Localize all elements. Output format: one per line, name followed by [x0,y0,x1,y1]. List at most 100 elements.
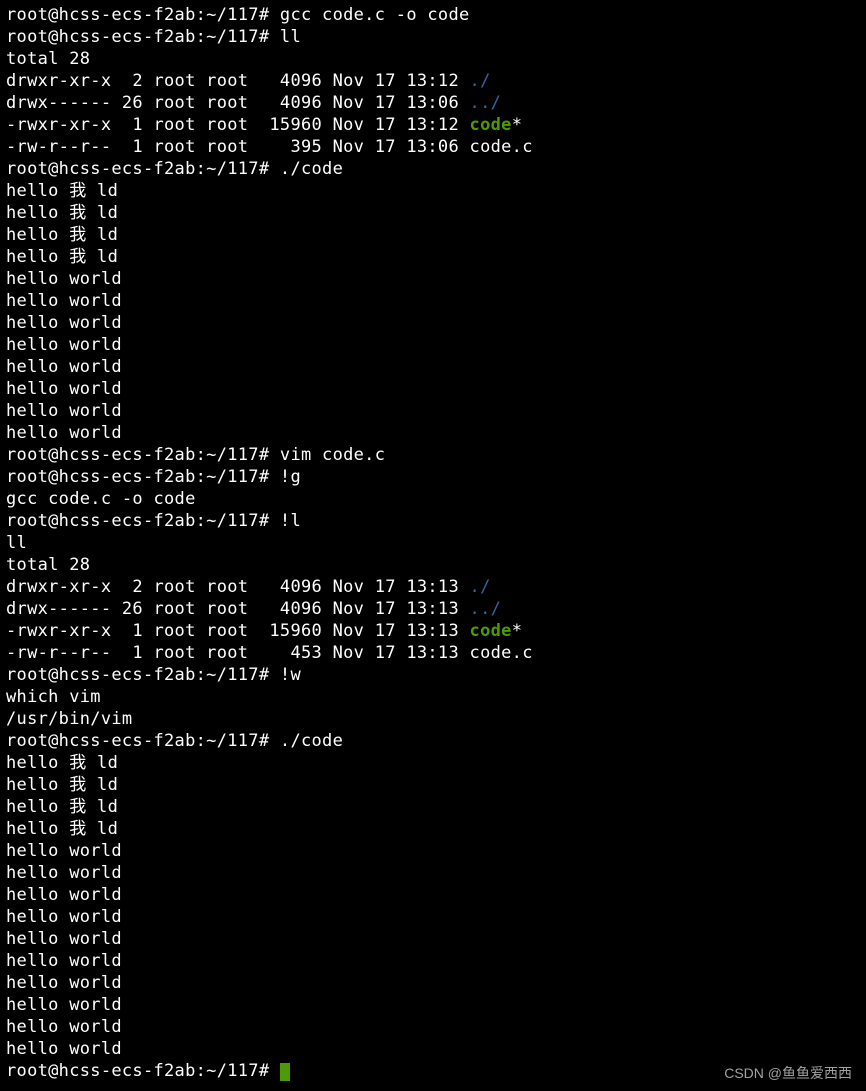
watermark-text: CSDN @鱼鱼爱西西 [724,1063,852,1083]
terminal-line: gcc code.c -o code [6,488,860,510]
terminal-line: hello world [6,884,860,906]
shell-command: ./code [280,159,343,179]
ls-filename: ../ [470,599,502,619]
output-text: hello world [6,1017,122,1037]
output-text: hello world [6,907,122,927]
terminal-line: root@hcss-ecs-f2ab:~/117# !l [6,510,860,532]
terminal-line: root@hcss-ecs-f2ab:~/117# ll [6,26,860,48]
terminal-line: hello 我 ld [6,796,860,818]
output-text: gcc code.c -o code [6,489,196,509]
ls-filename: ./ [470,577,491,597]
output-text: hello world [6,995,122,1015]
terminal-line: drwxr-xr-x 2 root root 4096 Nov 17 13:13… [6,576,860,598]
shell-command: !g [280,467,301,487]
shell-prompt: root@hcss-ecs-f2ab:~/117# [6,5,280,25]
terminal-line: hello world [6,972,860,994]
shell-command: ll [280,27,301,47]
output-text: hello world [6,951,122,971]
output-text: hello world [6,929,122,949]
terminal-line: ll [6,532,860,554]
ls-suffix: * [512,621,523,641]
output-text: hello 我 ld [6,225,118,245]
output-text: total 28 [6,555,90,575]
terminal-line: hello 我 ld [6,818,860,840]
terminal-line: hello world [6,356,860,378]
terminal-line: -rwxr-xr-x 1 root root 15960 Nov 17 13:1… [6,620,860,642]
terminal-line: -rw-r--r-- 1 root root 453 Nov 17 13:13 … [6,642,860,664]
terminal-output[interactable]: root@hcss-ecs-f2ab:~/117# gcc code.c -o … [0,0,866,1086]
terminal-line: root@hcss-ecs-f2ab:~/117# gcc code.c -o … [6,4,860,26]
terminal-line: total 28 [6,48,860,70]
terminal-line: hello world [6,334,860,356]
ls-suffix: * [512,115,523,135]
output-text: hello world [6,269,122,289]
terminal-line: hello world [6,400,860,422]
shell-prompt: root@hcss-ecs-f2ab:~/117# [6,665,280,685]
output-text: hello world [6,841,122,861]
ls-meta: -rw-r--r-- 1 root root 395 Nov 17 13:06 [6,137,470,157]
output-text: hello 我 ld [6,819,118,839]
ls-meta: drwx------ 26 root root 4096 Nov 17 13:1… [6,599,470,619]
shell-command: ./code [280,731,343,751]
ls-filename: code.c [470,643,533,663]
terminal-line: -rw-r--r-- 1 root root 395 Nov 17 13:06 … [6,136,860,158]
output-text: hello world [6,379,122,399]
output-text: hello 我 ld [6,181,118,201]
terminal-line: hello world [6,840,860,862]
shell-command: vim code.c [280,445,385,465]
output-text: hello world [6,401,122,421]
terminal-line: hello world [6,1016,860,1038]
output-text: hello world [6,1039,122,1059]
ls-meta: drwxr-xr-x 2 root root 4096 Nov 17 13:12 [6,71,470,91]
ls-meta: -rwxr-xr-x 1 root root 15960 Nov 17 13:1… [6,621,470,641]
output-text: hello world [6,885,122,905]
ls-meta: drwxr-xr-x 2 root root 4096 Nov 17 13:13 [6,577,470,597]
output-text: hello world [6,313,122,333]
terminal-line: hello world [6,312,860,334]
output-text: hello world [6,863,122,883]
shell-prompt: root@hcss-ecs-f2ab:~/117# [6,731,280,751]
terminal-line: hello world [6,290,860,312]
output-text: hello world [6,973,122,993]
terminal-line: drwx------ 26 root root 4096 Nov 17 13:0… [6,92,860,114]
terminal-line: root@hcss-ecs-f2ab:~/117# vim code.c [6,444,860,466]
terminal-line: hello 我 ld [6,246,860,268]
output-text: hello 我 ld [6,753,118,773]
shell-prompt: root@hcss-ecs-f2ab:~/117# [6,445,280,465]
output-text: /usr/bin/vim [6,709,132,729]
output-text: hello world [6,291,122,311]
terminal-line: drwx------ 26 root root 4096 Nov 17 13:1… [6,598,860,620]
shell-command: !l [280,511,301,531]
terminal-line: which vim [6,686,860,708]
terminal-line: /usr/bin/vim [6,708,860,730]
terminal-line: hello world [6,862,860,884]
terminal-line: hello world [6,950,860,972]
terminal-line: hello world [6,928,860,950]
shell-prompt: root@hcss-ecs-f2ab:~/117# [6,159,280,179]
terminal-line: root@hcss-ecs-f2ab:~/117# !g [6,466,860,488]
cursor-icon [280,1063,290,1081]
terminal-line: root@hcss-ecs-f2ab:~/117# ./code [6,158,860,180]
terminal-line: drwxr-xr-x 2 root root 4096 Nov 17 13:12… [6,70,860,92]
shell-prompt: root@hcss-ecs-f2ab:~/117# [6,27,280,47]
shell-prompt: root@hcss-ecs-f2ab:~/117# [6,511,280,531]
output-text: hello world [6,335,122,355]
ls-filename: code [470,115,512,135]
terminal-line: hello world [6,994,860,1016]
terminal-line: hello 我 ld [6,180,860,202]
terminal-line: hello world [6,1038,860,1060]
terminal-line: hello world [6,378,860,400]
shell-prompt: root@hcss-ecs-f2ab:~/117# [6,467,280,487]
terminal-line: total 28 [6,554,860,576]
output-text: hello world [6,357,122,377]
terminal-line: hello 我 ld [6,224,860,246]
shell-command: !w [280,665,301,685]
terminal-line: root@hcss-ecs-f2ab:~/117# ./code [6,730,860,752]
output-text: hello world [6,423,122,443]
terminal-line: -rwxr-xr-x 1 root root 15960 Nov 17 13:1… [6,114,860,136]
terminal-line: root@hcss-ecs-f2ab:~/117# !w [6,664,860,686]
terminal-line: hello 我 ld [6,752,860,774]
ls-filename: ../ [470,93,502,113]
shell-command: gcc code.c -o code [280,5,470,25]
output-text: hello 我 ld [6,203,118,223]
